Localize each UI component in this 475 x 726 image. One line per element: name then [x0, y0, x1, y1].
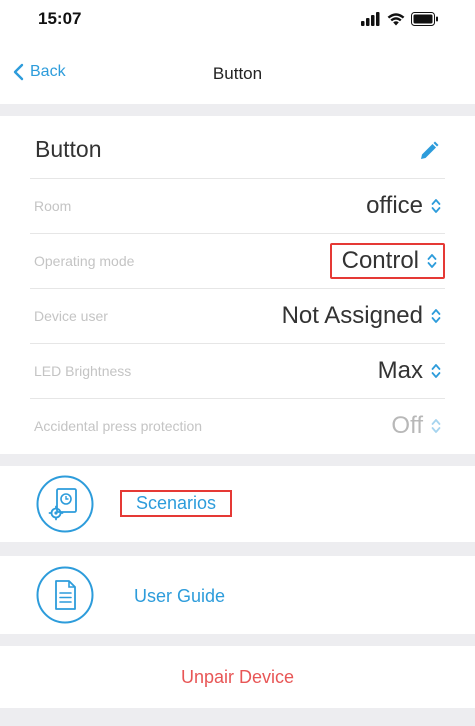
- chevron-up-down-icon: [431, 363, 441, 378]
- setting-value-text: Control: [341, 246, 419, 274]
- setting-value-led-brightness[interactable]: Max: [374, 355, 445, 387]
- setting-label: LED Brightness: [34, 362, 132, 379]
- setting-row-led-brightness[interactable]: LED Brightness Max: [30, 343, 445, 397]
- status-bar: 15:07: [0, 0, 475, 44]
- setting-value-accidental-press-protection[interactable]: Off: [387, 410, 445, 442]
- wifi-icon: [387, 13, 405, 26]
- document-icon: [36, 566, 94, 624]
- signal-icon: [361, 12, 380, 26]
- status-time: 15:07: [38, 9, 82, 28]
- pencil-icon[interactable]: [419, 141, 439, 161]
- setting-row-accidental-press-protection[interactable]: Accidental press protection Off: [30, 398, 445, 452]
- setting-value-device-user[interactable]: Not Assigned: [278, 300, 445, 332]
- battery-icon: [411, 12, 438, 26]
- setting-value-text: Not Assigned: [281, 301, 423, 329]
- setting-label: Accidental press protection: [34, 417, 203, 434]
- status-icons: [361, 12, 439, 26]
- device-name: Button: [35, 136, 102, 162]
- user-guide-link[interactable]: User Guide: [134, 586, 225, 607]
- unpair-row[interactable]: Unpair Device: [0, 646, 475, 708]
- setting-row-operating-mode[interactable]: Operating mode Control: [30, 233, 445, 287]
- setting-value-text: Max: [377, 356, 423, 384]
- setting-label: Device user: [34, 307, 108, 324]
- setting-row-room[interactable]: Room office: [30, 178, 445, 232]
- setting-value-text: Off: [391, 411, 423, 439]
- setting-label: Room: [34, 197, 72, 214]
- setting-label: Operating mode: [34, 252, 135, 269]
- chevron-up-down-icon: [431, 418, 441, 433]
- chevron-up-down-icon: [427, 253, 437, 268]
- unpair-device-button[interactable]: Unpair Device: [181, 667, 294, 688]
- setting-value-room[interactable]: office: [362, 190, 445, 222]
- user-guide-row[interactable]: User Guide: [0, 556, 475, 634]
- nav-bar: Back Button: [0, 44, 475, 104]
- device-details-card: Button Room office Operating mode Contro…: [0, 116, 475, 454]
- chevron-up-down-icon: [431, 198, 441, 213]
- setting-value-operating-mode[interactable]: Control: [329, 242, 445, 279]
- chevron-up-down-icon: [431, 308, 441, 323]
- setting-value-text: office: [366, 191, 423, 219]
- page-title: Button: [212, 64, 263, 83]
- scenarios-link[interactable]: Scenarios: [120, 490, 233, 517]
- scenarios-icon: [36, 475, 94, 533]
- scenarios-row[interactable]: Scenarios: [0, 466, 475, 542]
- setting-row-device-user[interactable]: Device user Not Assigned: [30, 288, 445, 342]
